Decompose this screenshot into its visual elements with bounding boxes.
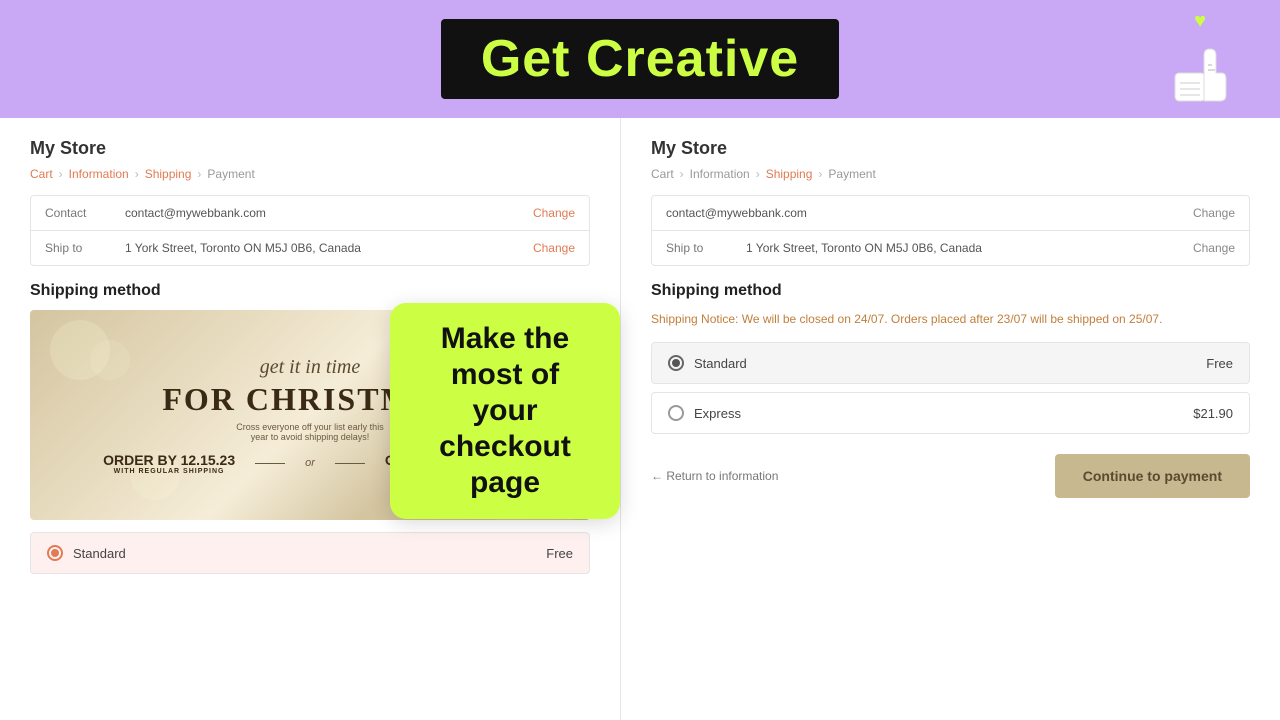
- back-link[interactable]: ← Return to information: [651, 469, 778, 483]
- breadcrumb-shipping[interactable]: Shipping: [145, 167, 192, 181]
- left-store-name: My Store: [30, 138, 590, 159]
- right-contact-change[interactable]: Change: [1193, 206, 1235, 220]
- right-section-title: Shipping method: [651, 282, 1250, 300]
- main-content: My Store Cart › Information › Shipping ›…: [0, 118, 1280, 720]
- left-standard-label: Standard: [73, 546, 546, 561]
- right-breadcrumb-shipping[interactable]: Shipping: [766, 167, 813, 181]
- right-express-option[interactable]: Express $21.90: [651, 392, 1250, 434]
- left-section-title: Shipping method: [30, 282, 590, 300]
- right-ship-change[interactable]: Change: [1193, 241, 1235, 255]
- banner-or-text: or: [305, 457, 315, 469]
- left-contact-change[interactable]: Change: [533, 206, 575, 220]
- right-standard-price: Free: [1206, 356, 1233, 371]
- tooltip-line1: Make the most of your: [418, 321, 592, 429]
- tooltip-line2: checkout page: [418, 429, 592, 501]
- left-panel: My Store Cart › Information › Shipping ›…: [0, 118, 620, 720]
- left-standard-option[interactable]: Standard Free: [30, 532, 590, 574]
- bottom-nav: ← Return to information Continue to paym…: [651, 454, 1250, 498]
- left-standard-radio[interactable]: [47, 545, 63, 561]
- left-breadcrumb: Cart › Information › Shipping › Payment: [30, 167, 590, 181]
- right-breadcrumb-cart: Cart: [651, 167, 674, 181]
- right-standard-radio[interactable]: [668, 355, 684, 371]
- banner-ship-left: WITH REGULAR SHIPPING: [103, 468, 235, 475]
- right-breadcrumb: Cart › Information › Shipping › Payment: [651, 167, 1250, 181]
- shipping-notice: Shipping Notice: We will be closed on 24…: [651, 310, 1250, 328]
- header: Get Creative ♥: [0, 0, 1280, 118]
- right-standard-option[interactable]: Standard Free: [651, 342, 1250, 384]
- right-store-name: My Store: [651, 138, 1250, 159]
- banner-sub-text: Cross everyone off your list early thisy…: [236, 422, 383, 442]
- tooltip-overlay: Make the most of your checkout page: [390, 303, 620, 519]
- right-info-box: contact@mywebbank.com Change Ship to 1 Y…: [651, 195, 1250, 266]
- left-info-box: Contact contact@mywebbank.com Change Shi…: [30, 195, 590, 266]
- left-ship-change[interactable]: Change: [533, 241, 575, 255]
- banner-line-left: [255, 463, 285, 464]
- breadcrumb-payment: Payment: [207, 167, 254, 181]
- right-express-radio[interactable]: [668, 405, 684, 421]
- right-ship-row: Ship to 1 York Street, Toronto ON M5J 0B…: [652, 231, 1249, 265]
- title-box: Get Creative: [441, 19, 839, 99]
- banner-line-right: [335, 463, 365, 464]
- main-title: Get Creative: [481, 30, 799, 88]
- thumbs-up-area: ♥: [1160, 10, 1240, 115]
- right-express-price: $21.90: [1193, 406, 1233, 421]
- right-contact-row: contact@mywebbank.com Change: [652, 196, 1249, 231]
- heart-icon: ♥: [1194, 10, 1206, 33]
- continue-button[interactable]: Continue to payment: [1055, 454, 1250, 498]
- right-standard-label: Standard: [694, 356, 1206, 371]
- left-contact-row: Contact contact@mywebbank.com Change: [31, 196, 589, 231]
- left-standard-price: Free: [546, 546, 573, 561]
- banner-italic-text: get it in time: [260, 356, 361, 379]
- right-panel: My Store Cart › Information › Shipping ›…: [621, 118, 1280, 720]
- left-ship-row: Ship to 1 York Street, Toronto ON M5J 0B…: [31, 231, 589, 265]
- right-breadcrumb-payment: Payment: [828, 167, 875, 181]
- breadcrumb-cart[interactable]: Cart: [30, 167, 53, 181]
- thumbs-up-icon: [1160, 35, 1240, 115]
- banner-order-left: ORDER BY 12.15.23 WITH REGULAR SHIPPING: [103, 452, 235, 475]
- banner-date-left: ORDER BY 12.15.23: [103, 452, 235, 468]
- right-express-label: Express: [694, 406, 1193, 421]
- breadcrumb-information[interactable]: Information: [69, 167, 129, 181]
- right-breadcrumb-info: Information: [690, 167, 750, 181]
